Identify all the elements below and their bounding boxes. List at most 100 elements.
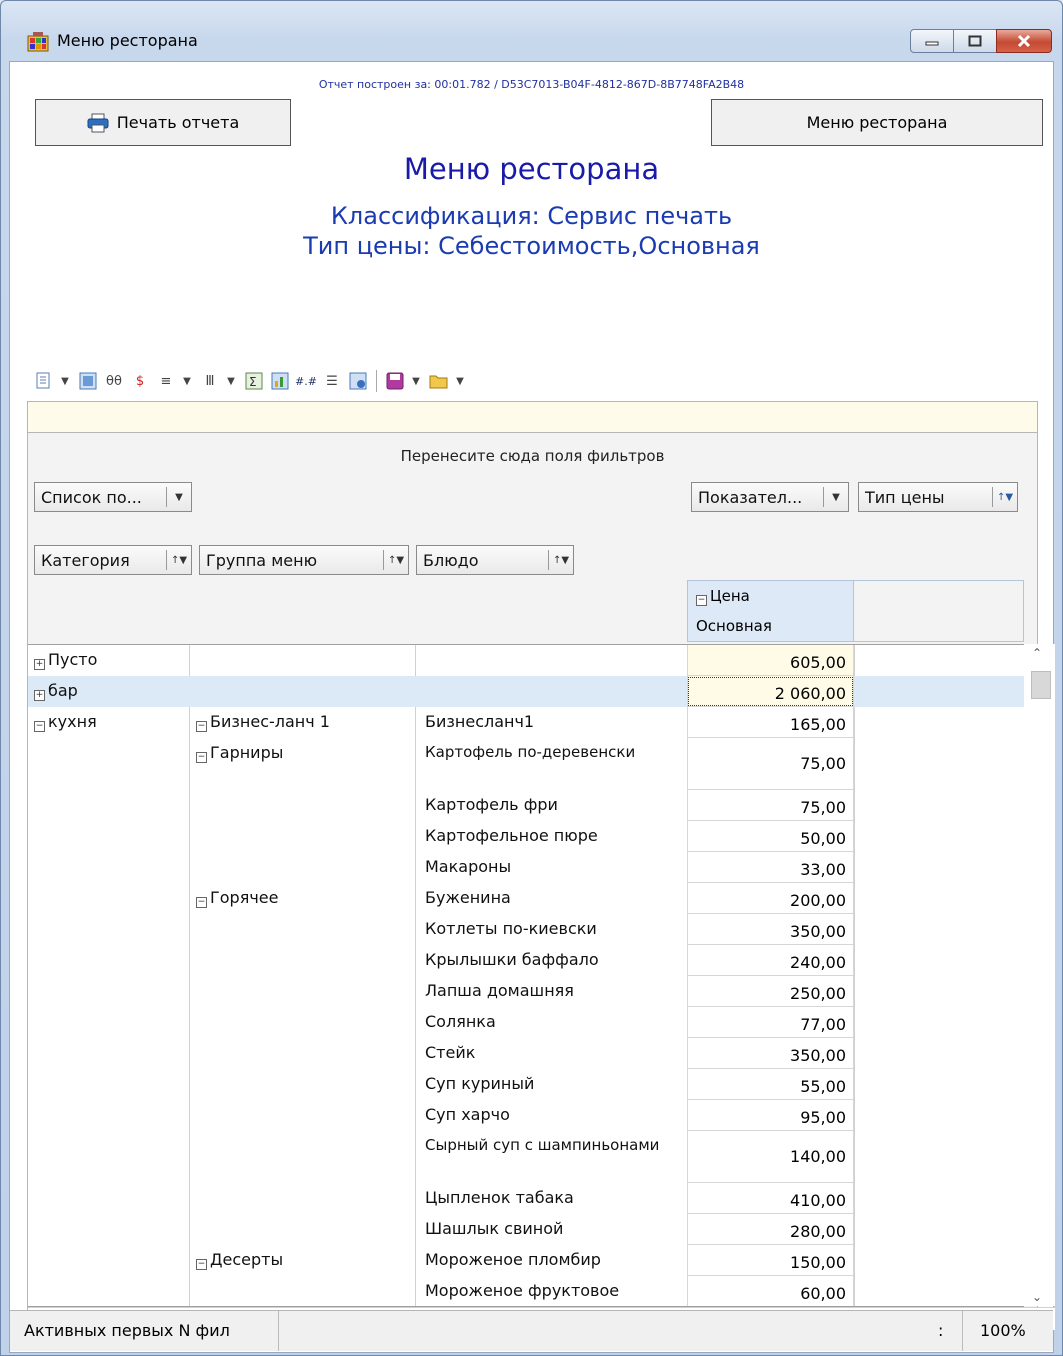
category-cell[interactable]: + Пусто: [34, 649, 97, 670]
table-row[interactable]: Шашлык свиной 280,00: [28, 1214, 1024, 1245]
price-value-cell[interactable]: 350,00: [687, 914, 854, 945]
open-folder-icon[interactable]: [429, 371, 449, 391]
save-icon[interactable]: [385, 371, 405, 391]
data-field-button[interactable]: Показател... ▼: [691, 482, 849, 512]
price-value-cell[interactable]: 350,00: [687, 1038, 854, 1069]
strikethrough-icon[interactable]: θθ: [104, 371, 124, 391]
price-value-cell[interactable]: 280,00: [687, 1214, 854, 1245]
price-value-cell[interactable]: 95,00: [687, 1100, 854, 1131]
price-value-cell[interactable]: 250,00: [687, 976, 854, 1007]
column-header-group: Цена: [710, 587, 750, 605]
field-list-button[interactable]: Список по... ▼: [34, 482, 192, 512]
table-row[interactable]: Картофель фри 75,00: [28, 790, 1024, 821]
price-value-cell[interactable]: 140,00: [687, 1131, 854, 1183]
column-field-price-type[interactable]: Тип цены ↑▼: [858, 482, 1018, 512]
menu-group-cell[interactable]: − Горячее: [196, 887, 278, 908]
table-row[interactable]: − Гарниры Картофель по-деревенски 75,00: [28, 738, 1024, 790]
category-cell[interactable]: + бар: [34, 680, 78, 701]
price-value-cell[interactable]: 200,00: [687, 883, 854, 914]
text-lines-icon[interactable]: ☰: [322, 371, 342, 391]
price-value-cell[interactable]: 55,00: [687, 1069, 854, 1100]
chart-icon[interactable]: [270, 371, 290, 391]
price-value-cell[interactable]: 240,00: [687, 945, 854, 976]
price-value-cell[interactable]: 410,00: [687, 1183, 854, 1214]
totals-icon[interactable]: Σ: [244, 371, 264, 391]
price-value-cell[interactable]: 150,00: [687, 1245, 854, 1276]
export-icon[interactable]: [34, 371, 54, 391]
export-dropdown-icon[interactable]: ▼: [60, 371, 70, 391]
collapse-icon[interactable]: −: [196, 897, 207, 908]
price-value-cell[interactable]: 60,00: [687, 1276, 854, 1306]
price-value-cell[interactable]: 605,00: [687, 645, 854, 676]
search-filter-strip[interactable]: [27, 401, 1038, 433]
menu-group-cell[interactable]: − Гарниры: [196, 742, 283, 763]
table-row[interactable]: Суп харчо 95,00: [28, 1100, 1024, 1131]
collapse-icon[interactable]: −: [34, 721, 45, 732]
price-value-cell[interactable]: 2 060,00: [687, 676, 854, 707]
column-layout-icon[interactable]: Ⅲ: [200, 371, 220, 391]
vertical-scrollbar[interactable]: ⌃ ⌄: [1024, 644, 1055, 1306]
row-field-dish[interactable]: Блюдо ↑▼: [416, 545, 574, 575]
row-layout-icon[interactable]: ≡: [156, 371, 176, 391]
expand-icon[interactable]: +: [34, 690, 45, 701]
row-layout-dropdown-icon[interactable]: ▼: [182, 371, 192, 391]
currency-format-icon[interactable]: $: [130, 371, 150, 391]
chevron-down-icon[interactable]: ▼: [166, 487, 191, 507]
column-header-price[interactable]: − Цена Основная: [687, 580, 854, 642]
price-value-cell[interactable]: 50,00: [687, 821, 854, 852]
sort-icon[interactable]: ↑▼: [548, 550, 573, 570]
scroll-up-icon[interactable]: ⌃: [1032, 646, 1042, 660]
restaurant-menu-button[interactable]: Меню ресторана: [711, 99, 1043, 146]
settings-sheet-icon[interactable]: [348, 371, 368, 391]
row-field-menu-group[interactable]: Группа меню ↑▼: [199, 545, 409, 575]
field-list-icon[interactable]: [78, 371, 98, 391]
menu-group-cell[interactable]: − Десерты: [196, 1249, 283, 1270]
number-format-icon[interactable]: #.#: [295, 371, 317, 391]
table-row[interactable]: Лапша домашняя 250,00: [28, 976, 1024, 1007]
category-cell[interactable]: − кухня: [34, 711, 97, 732]
table-row[interactable]: Цыпленок табака 410,00: [28, 1183, 1024, 1214]
collapse-icon[interactable]: −: [196, 1259, 207, 1270]
price-value-cell[interactable]: 33,00: [687, 852, 854, 883]
price-value-cell[interactable]: 75,00: [687, 738, 854, 790]
collapse-icon[interactable]: −: [196, 721, 207, 732]
scroll-down-icon[interactable]: ⌄: [1032, 1290, 1042, 1304]
sort-icon[interactable]: ↑▼: [166, 550, 191, 570]
table-row[interactable]: − Горячее Буженина 200,00: [28, 883, 1024, 914]
table-row[interactable]: − кухня − Бизнес-ланч 1 Бизнесланч1 165,00: [28, 707, 1024, 738]
print-report-button[interactable]: Печать отчета: [35, 99, 291, 146]
save-dropdown-icon[interactable]: ▼: [411, 371, 421, 391]
chevron-down-icon[interactable]: ▼: [823, 487, 848, 507]
table-row[interactable]: Суп куриный 55,00: [28, 1069, 1024, 1100]
price-value-cell[interactable]: 77,00: [687, 1007, 854, 1038]
table-row[interactable]: Мороженое фруктовое 60,00: [28, 1276, 1024, 1306]
title-bar[interactable]: Меню ресторана: [1, 1, 1062, 61]
table-row[interactable]: + бар 2 060,00: [28, 676, 1024, 707]
minimize-button[interactable]: [910, 29, 954, 53]
table-row[interactable]: Картофельное пюре 50,00: [28, 821, 1024, 852]
open-dropdown-icon[interactable]: ▼: [455, 371, 465, 391]
row-field-category[interactable]: Категория ↑▼: [34, 545, 192, 575]
table-row[interactable]: − Десерты Мороженое пломбир 150,00: [28, 1245, 1024, 1276]
collapse-icon[interactable]: −: [196, 752, 207, 763]
sort-filter-icon[interactable]: ↑▼: [992, 487, 1017, 507]
zoom-level[interactable]: 100%: [980, 1321, 1026, 1340]
collapse-icon[interactable]: −: [696, 595, 707, 606]
table-row[interactable]: Стейк 350,00: [28, 1038, 1024, 1069]
table-row[interactable]: Макароны 33,00: [28, 852, 1024, 883]
price-value-cell[interactable]: 165,00: [687, 707, 854, 738]
table-row[interactable]: Крылышки баффало 240,00: [28, 945, 1024, 976]
column-field-label: Тип цены: [865, 487, 945, 507]
close-button[interactable]: [996, 29, 1052, 53]
table-row[interactable]: Солянка 77,00: [28, 1007, 1024, 1038]
table-row[interactable]: + Пусто 605,00: [28, 645, 1024, 676]
maximize-button[interactable]: [953, 29, 997, 53]
expand-icon[interactable]: +: [34, 659, 45, 670]
scrollbar-thumb[interactable]: [1031, 671, 1051, 699]
table-row[interactable]: Котлеты по-киевски 350,00: [28, 914, 1024, 945]
menu-group-cell[interactable]: − Бизнес-ланч 1: [196, 711, 330, 732]
price-value-cell[interactable]: 75,00: [687, 790, 854, 821]
table-row[interactable]: Сырный суп с шампиньонами 140,00: [28, 1131, 1024, 1183]
sort-icon[interactable]: ↑▼: [383, 550, 408, 570]
column-layout-dropdown-icon[interactable]: ▼: [226, 371, 236, 391]
